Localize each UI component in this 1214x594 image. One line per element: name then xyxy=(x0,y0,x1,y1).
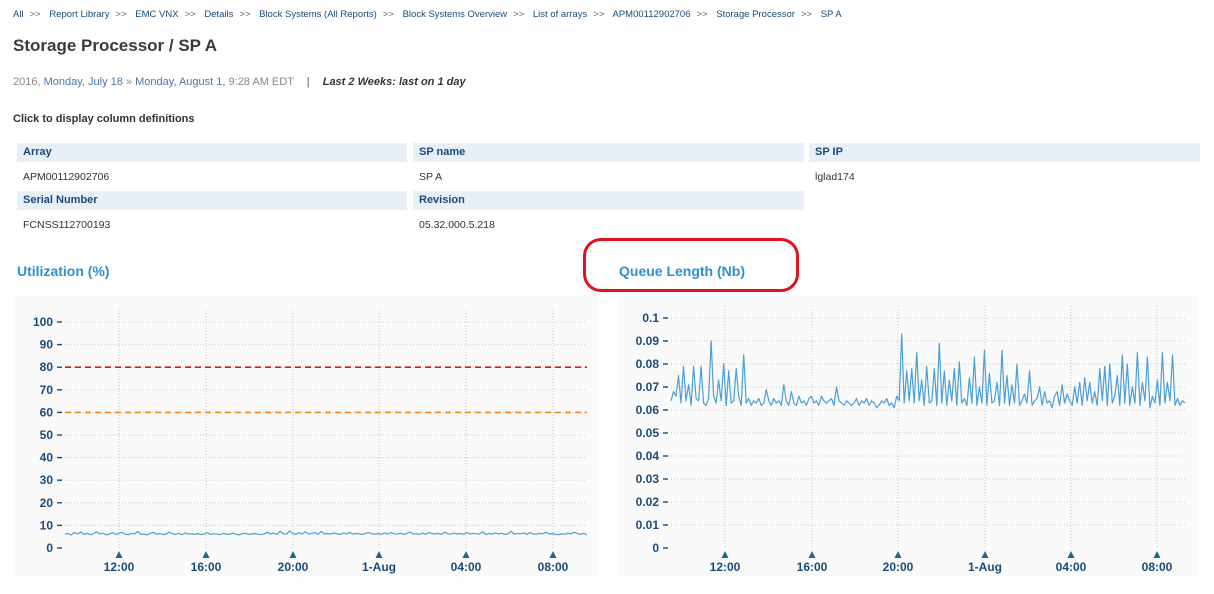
x-tick-marker xyxy=(375,551,383,558)
property-array-value: APM00112902706 xyxy=(23,171,110,183)
y-tick-label: 100 xyxy=(33,315,53,329)
date-range-divider: | xyxy=(306,76,310,88)
y-tick-label: 0.09 xyxy=(636,334,660,348)
property-sp-name-value: SP A xyxy=(419,171,443,183)
series-line xyxy=(670,333,1186,409)
date-range: 2016, Monday, July 18 » Monday, August 1… xyxy=(13,76,466,88)
utilization-chart: 0 10 20 30 40 50 60 70 80 90 100 12:00 16:00 20:00 1-A… xyxy=(15,295,597,577)
y-tick-label: 0.05 xyxy=(636,426,660,440)
y-tick-label: 60 xyxy=(40,405,54,419)
breadcrumb-current: SP A xyxy=(820,9,842,20)
y-tick-label: 0.03 xyxy=(636,472,660,486)
property-sp-ip-value: lglad174 xyxy=(815,171,855,183)
x-tick-marker xyxy=(115,551,123,558)
y-tick-label: 0.02 xyxy=(636,495,660,509)
date-range-arrow: » xyxy=(125,76,133,88)
x-tick-label: 16:00 xyxy=(797,560,828,574)
utilization-chart-svg: 0 10 20 30 40 50 60 70 80 90 100 12:00 16:00 20:00 1-A… xyxy=(33,310,588,574)
x-tick-label: 08:00 xyxy=(1142,560,1173,574)
y-tick-label: 90 xyxy=(40,338,54,352)
breadcrumb-array[interactable]: APM00112902706 xyxy=(613,9,691,20)
property-sp-ip-label: SP IP xyxy=(809,143,1200,162)
y-tick-label: 20 xyxy=(40,496,54,510)
x-tick-label: 08:00 xyxy=(538,560,569,574)
x-tick-label: 04:00 xyxy=(1056,560,1087,574)
breadcrumb-block-systems-overview[interactable]: Block Systems Overview xyxy=(403,9,508,20)
utilization-chart-title[interactable]: Utilization (%) xyxy=(17,263,110,279)
breadcrumb-all[interactable]: All xyxy=(13,9,24,20)
breadcrumb-list-of-arrays[interactable]: List of arrays xyxy=(533,9,587,20)
x-tick-label: 12:00 xyxy=(104,560,135,574)
breadcrumb-separator: >> xyxy=(29,9,41,20)
y-tick-label: 80 xyxy=(40,360,54,374)
y-tick-label: 0.07 xyxy=(636,380,660,394)
period-selector[interactable]: Last 2 Weeks: last on 1 day xyxy=(323,76,466,88)
x-tick-marker xyxy=(981,551,989,558)
y-tick-label: 30 xyxy=(40,473,54,487)
y-tick-label: 70 xyxy=(40,383,54,397)
y-tick-label: 0.08 xyxy=(636,357,660,371)
breadcrumb-separator: >> xyxy=(239,9,251,20)
property-serial-label: Serial Number xyxy=(17,191,407,210)
y-tick-label: 0.04 xyxy=(636,449,660,463)
y-tick-label: 0 xyxy=(652,541,659,555)
page-title: Storage Processor / SP A xyxy=(13,36,218,55)
breadcrumb-separator: >> xyxy=(115,9,127,20)
breadcrumb-separator: >> xyxy=(593,9,605,20)
series-line xyxy=(64,530,588,536)
property-sp-name-label: SP name xyxy=(413,143,804,162)
queue-length-chart-svg: 0 0.01 0.02 0.03 0.04 0.05 0.06 0.07 0.08 0.09 0.1… xyxy=(636,306,1186,574)
x-tick-marker xyxy=(1067,551,1075,558)
y-tick-label: 0.06 xyxy=(636,403,660,417)
y-tick-label: 10 xyxy=(40,518,54,532)
x-tick-marker xyxy=(202,551,210,558)
x-tick-marker xyxy=(1153,551,1161,558)
y-tick-label: 0.01 xyxy=(636,518,660,532)
y-tick-label: 50 xyxy=(40,428,54,442)
breadcrumb-separator: >> xyxy=(696,9,708,20)
breadcrumb-separator: >> xyxy=(513,9,525,20)
x-tick-marker xyxy=(289,551,297,558)
x-tick-marker xyxy=(549,551,557,558)
breadcrumb-emc-vnx[interactable]: EMC VNX xyxy=(135,9,178,20)
date-range-end[interactable]: Monday, August 1, xyxy=(135,76,225,88)
x-tick-label: 1-Aug xyxy=(362,560,396,574)
x-tick-marker xyxy=(721,551,729,558)
date-range-time: 9:28 AM EDT xyxy=(228,76,294,88)
breadcrumb-details[interactable]: Details xyxy=(204,9,233,20)
x-tick-label: 1-Aug xyxy=(968,560,1002,574)
breadcrumb-separator: >> xyxy=(382,9,394,20)
y-tick-label: 0.1 xyxy=(642,311,659,325)
breadcrumb-block-systems-all[interactable]: Block Systems (All Reports) xyxy=(259,9,377,20)
property-revision-value: 05.32.000.5.218 xyxy=(419,219,495,231)
property-serial-value: FCNSS112700193 xyxy=(23,219,111,231)
date-range-start[interactable]: Monday, July 18 xyxy=(44,76,123,88)
date-range-year: 2016, xyxy=(13,76,41,88)
breadcrumb-report-library[interactable]: Report Library xyxy=(49,9,109,20)
x-tick-marker xyxy=(894,551,902,558)
property-array-label: Array xyxy=(17,143,407,162)
x-tick-label: 04:00 xyxy=(451,560,482,574)
highlight-annotation xyxy=(583,238,799,292)
breadcrumb: All >> Report Library >> EMC VNX >> Details… xyxy=(13,9,842,20)
x-tick-label: 20:00 xyxy=(278,560,309,574)
property-revision-label: Revision xyxy=(413,191,804,210)
x-tick-label: 20:00 xyxy=(883,560,914,574)
breadcrumb-separator: >> xyxy=(800,9,813,20)
column-definitions-link[interactable]: Click to display column definitions xyxy=(13,113,195,125)
y-tick-label: 0 xyxy=(46,541,53,555)
x-tick-label: 12:00 xyxy=(710,560,741,574)
x-tick-marker xyxy=(462,551,470,558)
y-tick-label: 40 xyxy=(40,451,54,465)
queue-length-chart: 0 0.01 0.02 0.03 0.04 0.05 0.06 0.07 0.08 0.09 0.1… xyxy=(619,295,1197,577)
breadcrumb-storage-processor[interactable]: Storage Processor xyxy=(716,9,795,20)
x-tick-label: 16:00 xyxy=(191,560,222,574)
x-tick-marker xyxy=(808,551,816,558)
breadcrumb-separator: >> xyxy=(184,9,196,20)
